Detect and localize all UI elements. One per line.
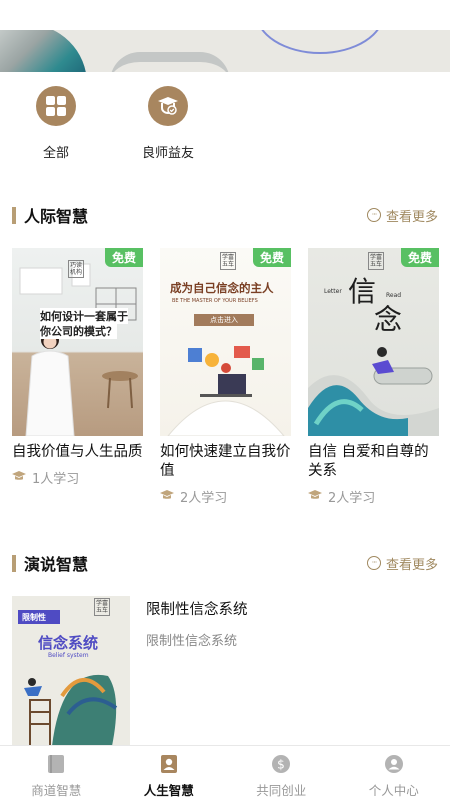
free-badge: 免费 bbox=[104, 248, 143, 267]
course-title[interactable]: 限制性信念系统 bbox=[146, 598, 248, 619]
free-badge: 免费 bbox=[400, 248, 439, 267]
course-title: 自信 自爱和自尊的关系 bbox=[308, 444, 429, 479]
section-accent-bar bbox=[12, 554, 16, 572]
cover-heading: 成为自己信念的主人 bbox=[170, 281, 274, 295]
graduation-cap-icon bbox=[160, 489, 174, 505]
tab-co-venture[interactable]: $ 共同创业 bbox=[225, 746, 338, 800]
see-more-link[interactable]: ··· 查看更多 bbox=[366, 554, 438, 573]
cover-tag: 学富 五车 bbox=[368, 252, 385, 270]
tab-label: 共同创业 bbox=[256, 783, 307, 798]
category-label: 良师益友 bbox=[141, 146, 194, 161]
cover-big-char-1: 信 bbox=[348, 275, 377, 308]
banner-swirl-art bbox=[0, 30, 87, 72]
cover-heading: 信念系统 bbox=[38, 634, 99, 652]
cover-tag: 学富 五车 bbox=[220, 252, 237, 270]
learner-count-text: 2人学习 bbox=[180, 491, 228, 506]
course-cover: 巧读 机构 如何设计一套属于 你公司的模式？ 免费 bbox=[12, 248, 143, 436]
category-mentor[interactable]: 良师益友 bbox=[128, 86, 208, 161]
category-all[interactable]: 全部 bbox=[16, 86, 96, 161]
learner-count: 2人学习 bbox=[308, 487, 439, 506]
bottom-tab-bar: 商道智慧 人生智慧 $ 共同创业 个人中心 bbox=[0, 745, 450, 800]
cover-tag: 学富 五车 bbox=[94, 598, 111, 616]
user-icon bbox=[384, 754, 404, 774]
section-title: 人际智慧 bbox=[12, 206, 89, 226]
top-banner[interactable] bbox=[0, 30, 450, 72]
cover-big-char-2: 念 bbox=[374, 303, 403, 336]
status-bar bbox=[0, 0, 450, 30]
learner-count: 1人学习 bbox=[12, 468, 143, 487]
see-more-label: 查看更多 bbox=[385, 557, 438, 573]
cover-line-2: 你公司的模式？ bbox=[40, 323, 117, 339]
cover-subheading: Belief system bbox=[48, 652, 89, 659]
tab-business-wisdom[interactable]: 商道智慧 bbox=[0, 746, 113, 800]
graduation-cap-icon bbox=[308, 489, 322, 505]
tab-label: 人生智慧 bbox=[143, 783, 194, 798]
section-title-text: 人际智慧 bbox=[24, 207, 89, 226]
tab-life-wisdom[interactable]: 人生智慧 bbox=[113, 746, 226, 800]
more-dots-icon: ··· bbox=[366, 208, 381, 222]
learner-count: 2人学习 bbox=[160, 487, 291, 506]
learner-count-text: 2人学习 bbox=[328, 491, 376, 506]
section-accent-bar bbox=[12, 206, 16, 224]
cover-ribbon: 限制性 bbox=[22, 613, 46, 622]
course-card[interactable]: 学富 五车 成为自己信念的主人 BE THE MASTER OF YOUR BE… bbox=[160, 248, 291, 506]
cover-letter-label: Letter bbox=[324, 288, 342, 295]
see-more-label: 查看更多 bbox=[385, 209, 438, 225]
course-card[interactable]: 巧读 机构 如何设计一套属于 你公司的模式？ 免费 自我价值与人生品质 1人学习 bbox=[12, 248, 143, 487]
tab-label: 商道智慧 bbox=[31, 783, 82, 798]
see-more-link[interactable]: ··· 查看更多 bbox=[366, 206, 438, 225]
cover-tag: 巧读 机构 bbox=[68, 260, 85, 278]
banner-ribbon-art bbox=[110, 52, 230, 72]
course-cover[interactable]: 学富 五车 限制性 信念系统 Belief system bbox=[12, 596, 130, 746]
cover-subheading: BE THE MASTER OF YOUR BELIEFS bbox=[172, 298, 258, 304]
course-title: 如何快速建立自我价值 bbox=[160, 444, 291, 479]
course-cover: 学富 五车 成为自己信念的主人 BE THE MASTER OF YOUR BE… bbox=[160, 248, 291, 436]
cover-line-1: 如何设计一套属于 bbox=[40, 308, 128, 324]
grid-icon bbox=[36, 86, 76, 126]
profile-card-icon bbox=[159, 754, 179, 774]
more-dots-icon: ··· bbox=[366, 556, 381, 570]
section-title-text: 演说智慧 bbox=[24, 555, 89, 574]
tab-label: 个人中心 bbox=[368, 783, 419, 798]
course-subtitle: 限制性信念系统 bbox=[146, 634, 238, 649]
learner-count-text: 1人学习 bbox=[32, 472, 80, 487]
graduation-cap-icon bbox=[12, 470, 26, 486]
category-label: 全部 bbox=[42, 146, 69, 161]
banner-arc-art bbox=[255, 30, 385, 54]
course-title: 自我价值与人生品质 bbox=[12, 444, 143, 460]
course-cover: 学富 五车 Letter 信 Read 念 免费 bbox=[308, 248, 439, 436]
section-title: 演说智慧 bbox=[12, 554, 89, 574]
dollar-coin-icon: $ bbox=[271, 754, 291, 774]
free-badge: 免费 bbox=[252, 248, 291, 267]
tab-personal-center[interactable]: 个人中心 bbox=[338, 746, 450, 800]
course-card[interactable]: 学富 五车 Letter 信 Read 念 免费 自信 自爱和自尊的关系 2人学… bbox=[308, 248, 439, 506]
svg-text:$: $ bbox=[277, 758, 285, 772]
cover-enter-button: 点击进入 bbox=[210, 316, 238, 324]
book-icon bbox=[46, 754, 66, 774]
mentor-icon bbox=[148, 86, 188, 126]
